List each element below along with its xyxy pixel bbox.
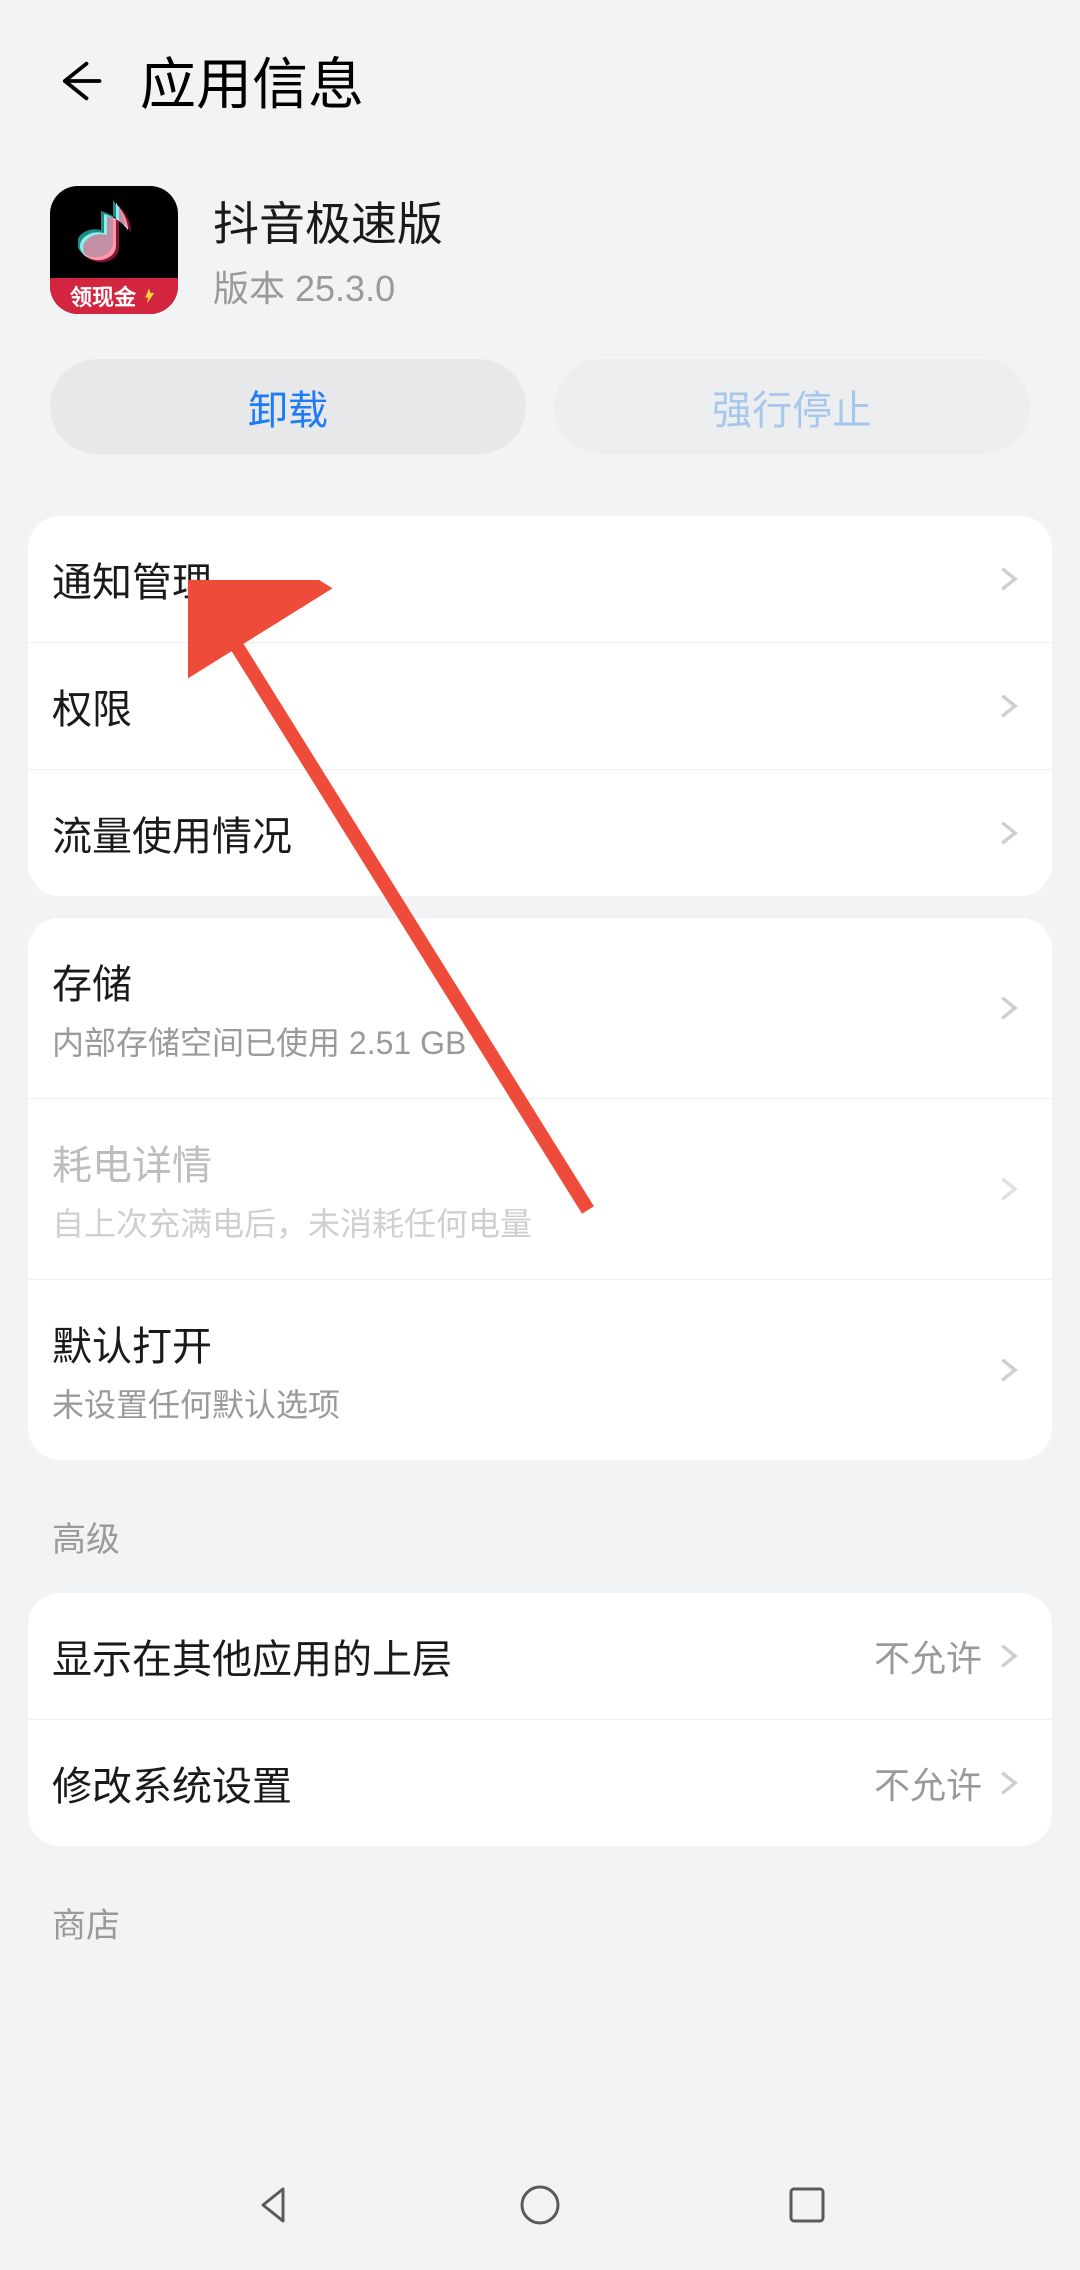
nav-back[interactable] — [242, 2174, 304, 2236]
navigation-bar — [0, 2140, 1080, 2270]
row-title: 耗电详情 — [52, 1133, 532, 1191]
chevron-right-icon — [994, 994, 1022, 1022]
row-value: 不允许 — [874, 1757, 982, 1809]
page-title: 应用信息 — [140, 40, 364, 121]
uninstall-button[interactable]: 卸载 — [50, 359, 526, 454]
force-stop-button: 强行停止 — [554, 359, 1030, 454]
nav-home[interactable] — [509, 2174, 571, 2236]
row-subtitle: 自上次充满电后，未消耗任何电量 — [52, 1199, 532, 1245]
row-default-open[interactable]: 默认打开 未设置任何默认选项 — [28, 1280, 1052, 1460]
row-subtitle: 未设置任何默认选项 — [52, 1380, 340, 1426]
row-title: 权限 — [52, 677, 132, 735]
chevron-right-icon — [994, 692, 1022, 720]
chevron-right-icon — [994, 1642, 1022, 1670]
section-advanced: 高级 — [0, 1482, 1080, 1571]
chevron-right-icon — [994, 1356, 1022, 1384]
chevron-right-icon — [994, 819, 1022, 847]
row-data-usage[interactable]: 流量使用情况 — [28, 770, 1052, 896]
app-name: 抖音极速版 — [213, 188, 443, 254]
row-title: 修改系统设置 — [52, 1754, 292, 1812]
section-store: 商店 — [0, 1868, 1080, 1957]
nav-recent[interactable] — [776, 2174, 838, 2236]
row-title: 显示在其他应用的上层 — [52, 1627, 452, 1685]
row-subtitle: 内部存储空间已使用 2.51 GB — [52, 1018, 466, 1064]
row-title: 通知管理 — [52, 550, 212, 608]
app-icon: 领现金 — [50, 186, 178, 314]
row-title: 默认打开 — [52, 1314, 340, 1372]
row-permissions[interactable]: 权限 — [28, 643, 1052, 770]
chevron-right-icon — [994, 1175, 1022, 1203]
row-battery[interactable]: 耗电详情 自上次充满电后，未消耗任何电量 — [28, 1099, 1052, 1280]
chevron-right-icon — [994, 565, 1022, 593]
row-title: 流量使用情况 — [52, 804, 292, 862]
row-overlay[interactable]: 显示在其他应用的上层 不允许 — [28, 1593, 1052, 1720]
back-button[interactable] — [50, 51, 110, 111]
row-modify-settings[interactable]: 修改系统设置 不允许 — [28, 1720, 1052, 1846]
row-value: 不允许 — [874, 1630, 982, 1682]
app-version: 版本 25.3.0 — [213, 260, 443, 312]
row-title: 存储 — [52, 952, 466, 1010]
chevron-right-icon — [994, 1769, 1022, 1797]
app-icon-badge: 领现金 — [70, 280, 136, 312]
row-notifications[interactable]: 通知管理 — [28, 516, 1052, 643]
row-storage[interactable]: 存储 内部存储空间已使用 2.51 GB — [28, 918, 1052, 1099]
